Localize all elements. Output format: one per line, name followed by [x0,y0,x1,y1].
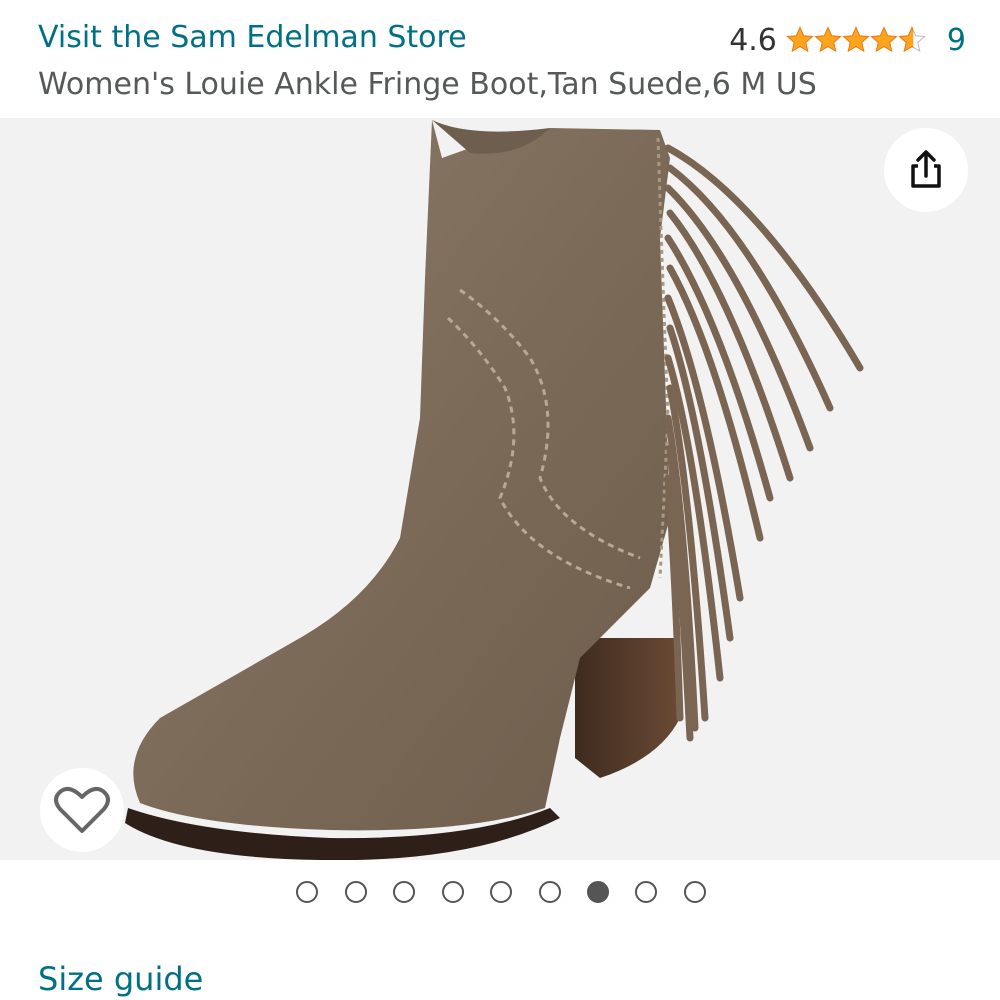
star-full-icon [870,26,898,53]
rating-count[interactable]: 9 [947,23,966,58]
carousel-dot[interactable] [635,881,657,903]
carousel-dot[interactable] [490,881,512,903]
size-guide-link[interactable]: Size guide [38,960,203,998]
product-image[interactable] [0,118,1000,860]
carousel-dot[interactable] [345,881,367,903]
share-icon [911,150,941,188]
carousel-dot[interactable] [296,881,318,903]
share-button[interactable] [884,128,968,212]
star-full-icon [814,26,842,53]
carousel-dot-active[interactable] [587,881,609,903]
star-half-icon [898,26,926,53]
product-title: Women's Louie Ankle Fringe Boot,Tan Sued… [38,67,817,102]
rating-value: 4.6 [729,22,777,58]
wishlist-button[interactable] [40,768,124,852]
star-rating [785,25,926,55]
heart-icon [54,786,110,833]
image-carousel-indicators [0,878,1000,906]
rating-summary[interactable]: 4.6 9 [729,20,966,60]
carousel-dot[interactable] [684,881,706,903]
carousel-dot[interactable] [393,881,415,903]
star-full-icon [842,26,870,53]
store-link[interactable]: Visit the Sam Edelman Store [38,20,467,55]
product-header: Visit the Sam Edelman Store 4.6 9 Women'… [0,0,1000,118]
carousel-dot[interactable] [539,881,561,903]
carousel-dot[interactable] [442,881,464,903]
product-image-gallery[interactable] [0,118,1000,860]
star-full-icon [786,26,814,53]
